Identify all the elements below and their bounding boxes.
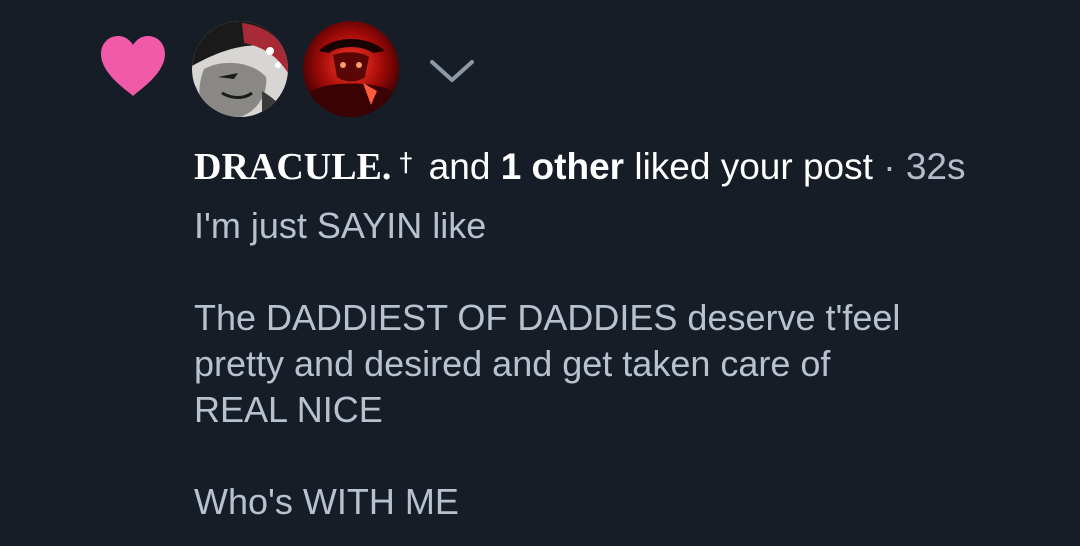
connector-text: and <box>418 146 501 187</box>
action-text: liked your post <box>624 146 873 187</box>
post-paragraph: Who's WITH ME <box>194 481 459 522</box>
post-paragraph: The DADDIEST OF DADDIES deserve t'feel p… <box>194 297 901 430</box>
avatar-dracule[interactable] <box>192 21 288 117</box>
username-link[interactable]: DRACULE. <box>194 146 391 188</box>
timestamp: 32s <box>905 146 966 187</box>
like-notification[interactable]: DRACULE. † and 1 other liked your post · … <box>0 0 1080 546</box>
separator-dot: · <box>872 146 906 187</box>
chevron-down-icon[interactable] <box>428 56 476 86</box>
heart-icon <box>101 36 165 96</box>
others-link[interactable]: 1 other <box>501 146 624 187</box>
post-preview[interactable]: I'm just SAYIN like The DADDIEST OF DADD… <box>194 203 1054 525</box>
username-symbol: † <box>399 148 413 178</box>
avatar-red-figure[interactable] <box>303 21 399 117</box>
notification-headline: DRACULE. † and 1 other liked your post · … <box>194 140 965 190</box>
post-paragraph: I'm just SAYIN like <box>194 205 487 246</box>
